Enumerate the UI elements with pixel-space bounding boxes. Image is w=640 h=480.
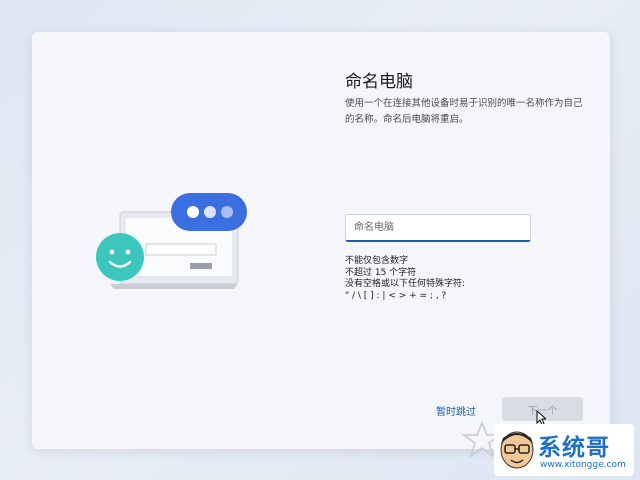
- skip-button[interactable]: 暂时跳过: [436, 403, 476, 418]
- smiley-icon: [96, 233, 144, 281]
- rule-item: 不能仅包含数字: [345, 256, 409, 266]
- page-title: 命名电脑: [345, 72, 413, 92]
- site-watermark: 系统哥 www.xitongge.com: [494, 424, 634, 476]
- computer-illustration: [96, 193, 247, 289]
- rule-item: " / \ [ ] : | < > + = ; , ?: [345, 290, 447, 301]
- rule-item: 不超过 15 个字符: [345, 267, 417, 278]
- watermark-brand: 系统哥: [538, 435, 610, 461]
- cartoon-face-icon: [500, 431, 534, 469]
- rule-item: 没有空格或以下任何特殊字符:: [345, 279, 466, 289]
- pc-name-input[interactable]: [345, 214, 531, 242]
- watermark-url: www.xitongge.com: [540, 460, 626, 470]
- name-rules-list: 不能仅包含数字 不超过 15 个字符 没有空格或以下任何特殊字符: " / \ …: [345, 256, 465, 302]
- page-description: 使用一个在连接其他设备时易于识别的唯一名称作为自己的名称。命名后电脑将重启。: [345, 98, 583, 125]
